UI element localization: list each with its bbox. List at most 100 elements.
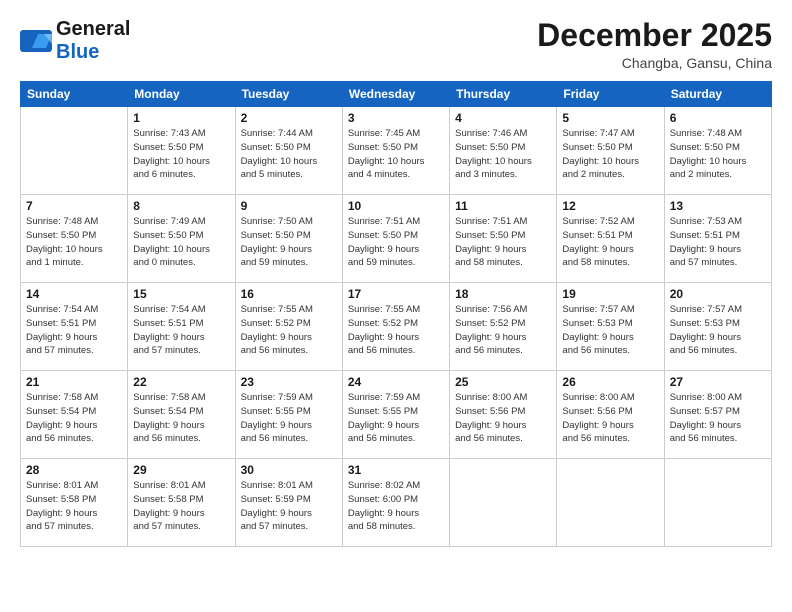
cell-w4-d6: 27 Sunrise: 8:00 AMSunset: 5:57 PMDayligh… xyxy=(664,371,771,459)
cell-w1-d2: 2 Sunrise: 7:44 AMSunset: 5:50 PMDaylight… xyxy=(235,107,342,195)
day-info: Sunrise: 7:53 AMSunset: 5:51 PMDaylight:… xyxy=(670,215,766,270)
cell-w3-d0: 14 Sunrise: 7:54 AMSunset: 5:51 PMDayligh… xyxy=(21,283,128,371)
day-info: Sunrise: 7:58 AMSunset: 5:54 PMDaylight:… xyxy=(26,391,122,446)
col-sunday: Sunday xyxy=(21,82,128,107)
day-info: Sunrise: 7:51 AMSunset: 5:50 PMDaylight:… xyxy=(455,215,551,270)
cell-w4-d0: 21Sunrise: 7:58 AMSunset: 5:54 PMDayligh… xyxy=(21,371,128,459)
day-info: Sunrise: 7:47 AMSunset: 5:50 PMDaylight:… xyxy=(562,127,658,182)
cell-w3-d5: 19 Sunrise: 7:57 AMSunset: 5:53 PMDayligh… xyxy=(557,283,664,371)
day-info: Sunrise: 8:01 AMSunset: 5:58 PMDaylight:… xyxy=(26,479,122,534)
week-row-4: 21Sunrise: 7:58 AMSunset: 5:54 PMDayligh… xyxy=(21,371,772,459)
logo-text-general: General xyxy=(56,18,130,40)
cell-w4-d1: 22 Sunrise: 7:58 AMSunset: 5:54 PMDayligh… xyxy=(128,371,235,459)
day-info: Sunrise: 7:57 AMSunset: 5:53 PMDaylight:… xyxy=(670,303,766,358)
cell-w2-d0: 7Sunrise: 7:48 AMSunset: 5:50 PMDaylight… xyxy=(21,195,128,283)
day-number: 24 xyxy=(348,375,444,389)
day-number: 5 xyxy=(562,111,658,125)
day-number: 12 xyxy=(562,199,658,213)
day-info: Sunrise: 7:55 AMSunset: 5:52 PMDaylight:… xyxy=(241,303,337,358)
day-info: Sunrise: 8:00 AMSunset: 5:56 PMDaylight:… xyxy=(562,391,658,446)
cell-w3-d6: 20 Sunrise: 7:57 AMSunset: 5:53 PMDayligh… xyxy=(664,283,771,371)
calendar: Sunday Monday Tuesday Wednesday Thursday… xyxy=(20,81,772,547)
cell-w3-d2: 16 Sunrise: 7:55 AMSunset: 5:52 PMDayligh… xyxy=(235,283,342,371)
cell-w4-d2: 23 Sunrise: 7:59 AMSunset: 5:55 PMDayligh… xyxy=(235,371,342,459)
cell-w1-d1: 1Sunrise: 7:43 AMSunset: 5:50 PMDaylight… xyxy=(128,107,235,195)
col-thursday: Thursday xyxy=(450,82,557,107)
logo-icon xyxy=(20,30,52,52)
cell-w1-d4: 4Sunrise: 7:46 AMSunset: 5:50 PMDaylight… xyxy=(450,107,557,195)
col-friday: Friday xyxy=(557,82,664,107)
day-info: Sunrise: 7:48 AMSunset: 5:50 PMDaylight:… xyxy=(26,215,122,270)
cell-w5-d5 xyxy=(557,459,664,547)
day-info: Sunrise: 7:50 AMSunset: 5:50 PMDaylight:… xyxy=(241,215,337,270)
cell-w1-d6: 6Sunrise: 7:48 AMSunset: 5:50 PMDaylight… xyxy=(664,107,771,195)
logo-text-blue: Blue xyxy=(56,41,99,63)
day-info: Sunrise: 7:44 AMSunset: 5:50 PMDaylight:… xyxy=(241,127,337,182)
cell-w5-d6 xyxy=(664,459,771,547)
day-number: 2 xyxy=(241,111,337,125)
col-monday: Monday xyxy=(128,82,235,107)
day-number: 28 xyxy=(26,463,122,477)
day-info: Sunrise: 7:54 AMSunset: 5:51 PMDaylight:… xyxy=(26,303,122,358)
day-number: 20 xyxy=(670,287,766,301)
day-info: Sunrise: 7:45 AMSunset: 5:50 PMDaylight:… xyxy=(348,127,444,182)
day-info: Sunrise: 8:01 AMSunset: 5:58 PMDaylight:… xyxy=(133,479,229,534)
cell-w1-d3: 3 Sunrise: 7:45 AMSunset: 5:50 PMDaylight… xyxy=(342,107,449,195)
cell-w2-d3: 10Sunrise: 7:51 AMSunset: 5:50 PMDayligh… xyxy=(342,195,449,283)
day-info: Sunrise: 7:55 AMSunset: 5:52 PMDaylight:… xyxy=(348,303,444,358)
location: Changba, Gansu, China xyxy=(537,55,772,71)
day-number: 31 xyxy=(348,463,444,477)
cell-w5-d0: 28 Sunrise: 8:01 AMSunset: 5:58 PMDayligh… xyxy=(21,459,128,547)
day-info: Sunrise: 7:43 AMSunset: 5:50 PMDaylight:… xyxy=(133,127,229,182)
day-info: Sunrise: 7:59 AMSunset: 5:55 PMDaylight:… xyxy=(348,391,444,446)
day-info: Sunrise: 7:59 AMSunset: 5:55 PMDaylight:… xyxy=(241,391,337,446)
cell-w2-d2: 9 Sunrise: 7:50 AMSunset: 5:50 PMDaylight… xyxy=(235,195,342,283)
day-info: Sunrise: 8:00 AMSunset: 5:57 PMDaylight:… xyxy=(670,391,766,446)
day-number: 11 xyxy=(455,199,551,213)
col-tuesday: Tuesday xyxy=(235,82,342,107)
cell-w4-d5: 26Sunrise: 8:00 AMSunset: 5:56 PMDayligh… xyxy=(557,371,664,459)
cell-w3-d1: 15Sunrise: 7:54 AMSunset: 5:51 PMDayligh… xyxy=(128,283,235,371)
day-info: Sunrise: 7:54 AMSunset: 5:51 PMDaylight:… xyxy=(133,303,229,358)
day-info: Sunrise: 7:56 AMSunset: 5:52 PMDaylight:… xyxy=(455,303,551,358)
cell-w3-d4: 18 Sunrise: 7:56 AMSunset: 5:52 PMDayligh… xyxy=(450,283,557,371)
day-number: 19 xyxy=(562,287,658,301)
title-block: December 2025 Changba, Gansu, China xyxy=(537,18,772,71)
day-info: Sunrise: 8:01 AMSunset: 5:59 PMDaylight:… xyxy=(241,479,337,534)
day-number: 29 xyxy=(133,463,229,477)
day-number: 23 xyxy=(241,375,337,389)
cell-w5-d3: 31Sunrise: 8:02 AMSunset: 6:00 PMDayligh… xyxy=(342,459,449,547)
day-number: 17 xyxy=(348,287,444,301)
calendar-header-row: Sunday Monday Tuesday Wednesday Thursday… xyxy=(21,82,772,107)
day-number: 13 xyxy=(670,199,766,213)
col-wednesday: Wednesday xyxy=(342,82,449,107)
day-info: Sunrise: 7:48 AMSunset: 5:50 PMDaylight:… xyxy=(670,127,766,182)
day-number: 22 xyxy=(133,375,229,389)
week-row-2: 7Sunrise: 7:48 AMSunset: 5:50 PMDaylight… xyxy=(21,195,772,283)
day-info: Sunrise: 7:58 AMSunset: 5:54 PMDaylight:… xyxy=(133,391,229,446)
day-info: Sunrise: 7:46 AMSunset: 5:50 PMDaylight:… xyxy=(455,127,551,182)
day-number: 16 xyxy=(241,287,337,301)
day-number: 8 xyxy=(133,199,229,213)
day-number: 14 xyxy=(26,287,122,301)
day-number: 18 xyxy=(455,287,551,301)
day-info: Sunrise: 7:57 AMSunset: 5:53 PMDaylight:… xyxy=(562,303,658,358)
cell-w1-d0 xyxy=(21,107,128,195)
cell-w5-d4 xyxy=(450,459,557,547)
cell-w2-d4: 11 Sunrise: 7:51 AMSunset: 5:50 PMDayligh… xyxy=(450,195,557,283)
cell-w3-d3: 17 Sunrise: 7:55 AMSunset: 5:52 PMDayligh… xyxy=(342,283,449,371)
day-number: 9 xyxy=(241,199,337,213)
cell-w2-d6: 13 Sunrise: 7:53 AMSunset: 5:51 PMDayligh… xyxy=(664,195,771,283)
cell-w2-d5: 12Sunrise: 7:52 AMSunset: 5:51 PMDayligh… xyxy=(557,195,664,283)
col-saturday: Saturday xyxy=(664,82,771,107)
cell-w5-d2: 30 Sunrise: 8:01 AMSunset: 5:59 PMDayligh… xyxy=(235,459,342,547)
cell-w5-d1: 29 Sunrise: 8:01 AMSunset: 5:58 PMDayligh… xyxy=(128,459,235,547)
day-info: Sunrise: 7:51 AMSunset: 5:50 PMDaylight:… xyxy=(348,215,444,270)
cell-w4-d3: 24 Sunrise: 7:59 AMSunset: 5:55 PMDayligh… xyxy=(342,371,449,459)
day-number: 30 xyxy=(241,463,337,477)
week-row-3: 14 Sunrise: 7:54 AMSunset: 5:51 PMDayligh… xyxy=(21,283,772,371)
week-row-5: 28 Sunrise: 8:01 AMSunset: 5:58 PMDayligh… xyxy=(21,459,772,547)
day-number: 27 xyxy=(670,375,766,389)
day-number: 3 xyxy=(348,111,444,125)
cell-w2-d1: 8Sunrise: 7:49 AMSunset: 5:50 PMDaylight… xyxy=(128,195,235,283)
